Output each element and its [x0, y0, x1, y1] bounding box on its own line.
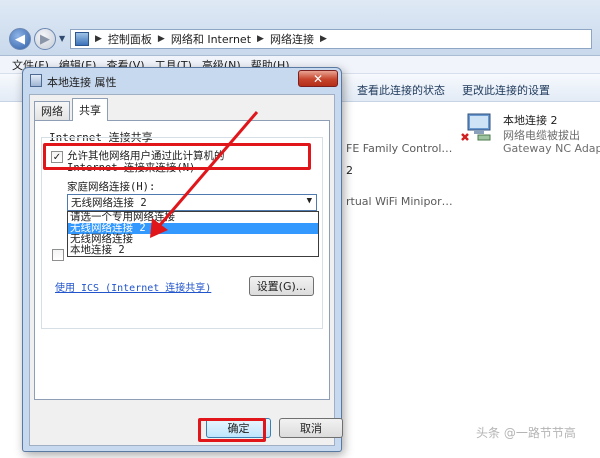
ok-button[interactable]: 确定: [206, 418, 271, 438]
control-panel-icon: [75, 32, 89, 46]
allow-sharing-label[interactable]: 允许其他网络用户通过此计算机的 Internet 连接来连接(N): [67, 150, 277, 174]
forward-button[interactable]: ▶: [34, 28, 56, 50]
home-network-label: 家庭网络连接(H):: [67, 181, 156, 193]
allow-sharing-checkbox[interactable]: ✓: [51, 151, 63, 163]
connection-status: 网络电缆被拔出: [503, 129, 580, 142]
dropdown-option[interactable]: 本地连接 2: [68, 245, 318, 256]
ics-help-link[interactable]: 使用 ICS (Internet 连接共享): [55, 279, 211, 294]
address-field[interactable]: ▶ 控制面板 ▶ 网络和 Internet ▶ 网络连接 ▶: [70, 29, 592, 49]
adapter-family-label: FE Family Control…: [346, 142, 453, 155]
sharing-panel: Internet 连接共享 ✓ 允许其他网络用户通过此计算机的 Internet…: [34, 120, 330, 400]
close-icon: ✕: [312, 71, 324, 86]
chevron-right-icon[interactable]: ▶: [257, 34, 264, 44]
close-button[interactable]: ✕: [298, 70, 338, 87]
back-button[interactable]: ◀: [9, 28, 31, 50]
chevron-right-icon[interactable]: ▶: [95, 34, 102, 44]
cancel-button[interactable]: 取消: [279, 418, 343, 438]
chevron-right-icon[interactable]: ▶: [320, 34, 327, 44]
dialog-body: 网络 共享 Internet 连接共享 ✓ 允许其他网络用户通过此计算机的 In…: [29, 94, 343, 446]
breadcrumb-network-internet[interactable]: 网络和 Internet: [171, 31, 251, 47]
breadcrumb-network-connections[interactable]: 网络连接: [270, 31, 314, 47]
history-dropdown-icon[interactable]: ▼: [59, 34, 65, 43]
tab-sharing[interactable]: 共享: [72, 98, 108, 121]
chevron-down-icon[interactable]: ▼: [307, 196, 312, 206]
watermark: 头条 @一路节节高: [476, 426, 576, 440]
arrow-right-icon: ▶: [40, 31, 50, 47]
home-network-select[interactable]: 无线网络连接 2 ▼: [67, 194, 317, 211]
connection-device: Gateway NC Adapt: [503, 142, 600, 155]
change-settings-button[interactable]: 更改此连接的设置: [462, 82, 550, 98]
dialog-title: 本地连接 属性: [47, 76, 117, 89]
network-adapter-icon[interactable]: [460, 112, 494, 142]
properties-dialog: 本地连接 属性 ✕ 网络 共享 Internet 连接共享 ✓ 允许其他网络用户…: [22, 67, 343, 452]
settings-button[interactable]: 设置(G)...: [249, 276, 314, 296]
chevron-right-icon[interactable]: ▶: [158, 34, 165, 44]
connection-name[interactable]: 本地连接 2: [503, 112, 558, 128]
home-network-value: 无线网络连接 2: [71, 197, 147, 209]
view-status-button[interactable]: 查看此连接的状态: [357, 82, 445, 98]
adapter-number-label: 2: [346, 164, 353, 177]
home-network-dropdown: 请选一个专用网络连接 无线网络连接 2 无线网络连接 本地连接 2: [67, 211, 319, 257]
adapter-wifi-label: rtual WiFi Minipor…: [346, 195, 453, 208]
network-icon: [30, 74, 42, 87]
allow-control-checkbox[interactable]: [52, 249, 64, 261]
tab-network[interactable]: 网络: [34, 101, 70, 120]
breadcrumb-control-panel[interactable]: 控制面板: [108, 31, 152, 47]
address-bar-area: ◀ ▶ ▼ ▶ 控制面板 ▶ 网络和 Internet ▶ 网络连接 ▶: [0, 0, 600, 56]
arrow-left-icon: ◀: [15, 31, 25, 47]
